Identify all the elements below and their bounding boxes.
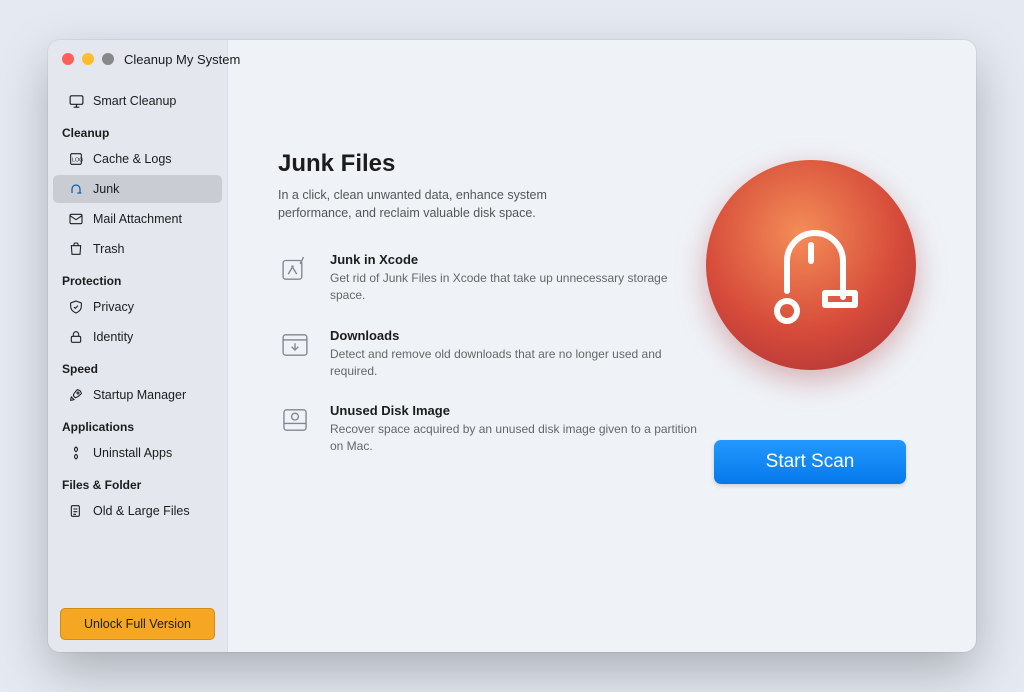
- feature-title: Junk in Xcode: [330, 252, 698, 267]
- vacuum-cleaner-icon: [751, 205, 871, 325]
- svg-text:LOG: LOG: [72, 158, 83, 164]
- sidebar-item-uninstall-apps[interactable]: Uninstall Apps: [53, 439, 222, 467]
- unlock-full-version-button[interactable]: Unlock Full Version: [60, 608, 215, 640]
- sidebar-item-identity[interactable]: Identity: [53, 323, 222, 351]
- feature-title: Unused Disk Image: [330, 403, 698, 418]
- sidebar-item-label: Junk: [93, 182, 119, 196]
- sidebar-item-old-large-files[interactable]: Old & Large Files: [53, 497, 222, 525]
- feature-desc: Get rid of Junk Files in Xcode that take…: [330, 270, 698, 304]
- feature-downloads: Downloads Detect and remove old download…: [278, 328, 698, 380]
- vacuum-icon: [67, 180, 85, 198]
- mail-icon: [67, 210, 85, 228]
- sidebar-item-label: Mail Attachment: [93, 212, 182, 226]
- monitor-icon: [67, 92, 85, 110]
- close-button[interactable]: [62, 53, 74, 65]
- download-box-icon: [278, 328, 312, 362]
- disk-image-icon: [278, 403, 312, 437]
- shield-icon: [67, 298, 85, 316]
- sidebar-item-privacy[interactable]: Privacy: [53, 293, 222, 321]
- log-icon: LOG: [67, 150, 85, 168]
- sidebar-item-startup-manager[interactable]: Startup Manager: [53, 381, 222, 409]
- app-title: Cleanup My System: [124, 52, 240, 67]
- sidebar-heading: Protection: [48, 264, 227, 292]
- hero-vacuum-badge: [706, 160, 916, 370]
- button-label: Start Scan: [766, 451, 855, 473]
- traffic-lights: [62, 53, 114, 65]
- page-subtitle: In a click, clean unwanted data, enhance…: [278, 186, 608, 222]
- sidebar: Smart Cleanup Cleanup LOG Cache & Logs J…: [48, 40, 228, 652]
- titlebar: Cleanup My System: [48, 40, 976, 78]
- minimize-button[interactable]: [82, 53, 94, 65]
- sidebar-item-label: Cache & Logs: [93, 152, 172, 166]
- sidebar-heading: Files & Folder: [48, 468, 227, 496]
- rocket-icon: [67, 386, 85, 404]
- feature-disk-image: Unused Disk Image Recover space acquired…: [278, 403, 698, 455]
- trash-icon: [67, 240, 85, 258]
- sidebar-item-label: Old & Large Files: [93, 504, 190, 518]
- sidebar-item-label: Uninstall Apps: [93, 446, 172, 460]
- sidebar-heading: Cleanup: [48, 116, 227, 144]
- feature-title: Downloads: [330, 328, 698, 343]
- sidebar-item-smart-cleanup[interactable]: Smart Cleanup: [53, 87, 222, 115]
- sidebar-item-mail-attachment[interactable]: Mail Attachment: [53, 205, 222, 233]
- lock-icon: [67, 328, 85, 346]
- feature-desc: Recover space acquired by an unused disk…: [330, 421, 698, 455]
- start-scan-button[interactable]: Start Scan: [714, 440, 906, 484]
- sidebar-item-cache-logs[interactable]: LOG Cache & Logs: [53, 145, 222, 173]
- sidebar-item-label: Identity: [93, 330, 133, 344]
- maximize-button[interactable]: [102, 53, 114, 65]
- sidebar-heading: Applications: [48, 410, 227, 438]
- uninstall-icon: [67, 444, 85, 462]
- sidebar-item-label: Startup Manager: [93, 388, 186, 402]
- sidebar-item-label: Trash: [93, 242, 125, 256]
- sidebar-item-label: Smart Cleanup: [93, 94, 176, 108]
- files-icon: [67, 502, 85, 520]
- xcode-icon: [278, 252, 312, 286]
- sidebar-heading: Speed: [48, 352, 227, 380]
- sidebar-item-junk[interactable]: Junk: [53, 175, 222, 203]
- main-content: Junk Files In a click, clean unwanted da…: [228, 40, 976, 652]
- sidebar-item-label: Privacy: [93, 300, 134, 314]
- feature-xcode: Junk in Xcode Get rid of Junk Files in X…: [278, 252, 698, 304]
- feature-desc: Detect and remove old downloads that are…: [330, 346, 698, 380]
- sidebar-item-trash[interactable]: Trash: [53, 235, 222, 263]
- app-window: Cleanup My System Smart Cleanup Cleanup …: [48, 40, 976, 652]
- button-label: Unlock Full Version: [84, 617, 191, 631]
